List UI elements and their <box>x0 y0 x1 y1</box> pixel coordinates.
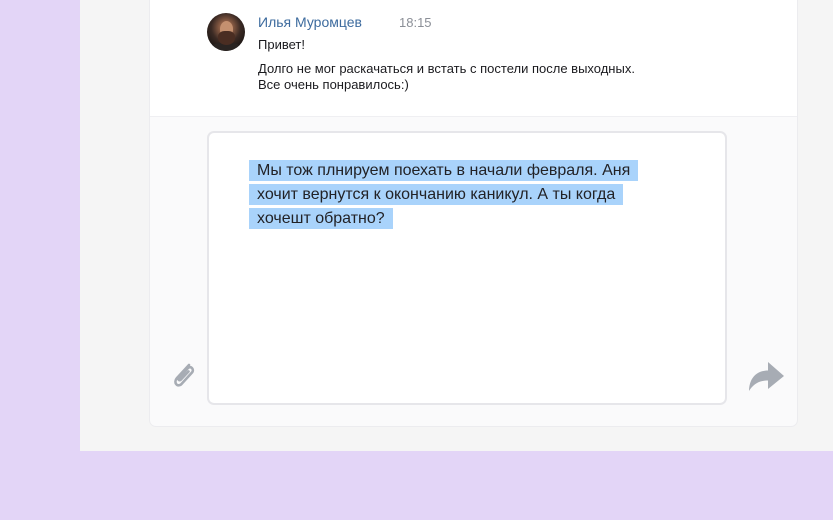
send-arrow-icon <box>749 362 784 391</box>
send-button[interactable] <box>746 358 786 392</box>
message-text-line: Все очень понравилось:) <box>258 77 409 92</box>
chat-panel: Илья Муромцев 18:15 Привет! Долго не мог… <box>149 0 798 427</box>
avatar[interactable] <box>207 13 245 51</box>
message-input[interactable]: Мы тож плнируем поехать в начали февраля… <box>207 131 727 405</box>
avatar-beard <box>218 31 235 45</box>
paperclip-icon <box>174 363 195 387</box>
message-item: Илья Муромцев 18:15 Привет! Долго не мог… <box>150 0 797 117</box>
message-author[interactable]: Илья Муромцев <box>258 14 362 30</box>
message-text-line: Долго не мог раскачаться и встать с пост… <box>258 61 635 76</box>
selected-draft-text: Мы тож плнируем поехать в начали февраля… <box>249 160 639 229</box>
message-text-line: Привет! <box>258 37 305 52</box>
content-page: Илья Муромцев 18:15 Привет! Долго не мог… <box>80 0 833 451</box>
attach-button[interactable] <box>167 356 201 394</box>
draft-text[interactable]: Мы тож плнируем поехать в начали февраля… <box>249 159 669 231</box>
message-time: 18:15 <box>399 15 432 30</box>
